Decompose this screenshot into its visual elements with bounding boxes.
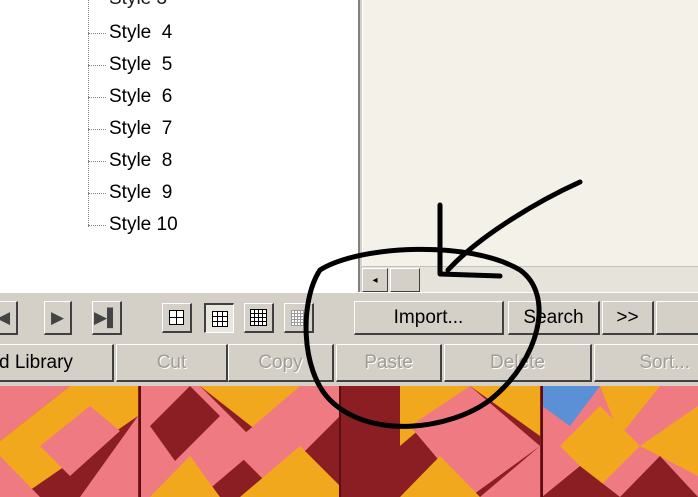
- library-toolbar-top: ◀ ▶ ▶▌ Import... Search >>: [0, 292, 698, 342]
- grid-4x4-icon: [250, 309, 267, 326]
- tree-item-style-9[interactable]: Style 9: [88, 178, 172, 208]
- view-4x4-button[interactable]: [244, 303, 274, 333]
- block-preview-panel: [362, 0, 698, 292]
- paste-label: Paste: [364, 351, 413, 373]
- library-label: d Library: [0, 351, 73, 373]
- copy-button[interactable]: Copy: [228, 344, 334, 382]
- tree-item-style-6[interactable]: Style 6: [88, 82, 172, 112]
- search-label: Search: [523, 306, 584, 328]
- scroll-thumb[interactable]: [390, 268, 420, 292]
- tree-item-label: Style 5: [109, 54, 173, 75]
- tree-item-label: Style 4: [109, 22, 173, 43]
- last-icon: ▶▌: [93, 307, 120, 327]
- tree-item-label: Style 6: [109, 86, 173, 107]
- library-button[interactable]: d Library: [0, 344, 114, 382]
- delete-button[interactable]: Delete: [444, 344, 592, 382]
- search-button[interactable]: Search: [508, 301, 600, 335]
- delete-label: Delete: [490, 351, 545, 373]
- library-toolbar-bottom: d Library Cut Copy Paste Delete Sort...: [0, 342, 698, 386]
- grid-3x3-icon: [211, 310, 228, 327]
- style-tree-panel: Style 3 Style 4 Style 5 Style 6 Style 7 …: [0, 0, 360, 292]
- paste-button[interactable]: Paste: [336, 344, 442, 382]
- tree-item-label: Style 3: [109, 0, 167, 10]
- tree-item-style-5[interactable]: Style 5: [88, 50, 172, 80]
- tree-item-label: Style 9: [109, 182, 173, 203]
- view-3x3-button[interactable]: [204, 303, 234, 333]
- nav-next-button[interactable]: ▶: [44, 301, 72, 335]
- view-2x2-button[interactable]: [162, 303, 192, 333]
- tree-item-label: Style 8: [109, 150, 173, 171]
- overflow-button[interactable]: [656, 301, 698, 335]
- horizontal-scrollbar[interactable]: ◂: [362, 266, 698, 292]
- sort-button[interactable]: Sort...: [594, 344, 698, 382]
- quilt-block-gallery[interactable]: [0, 386, 698, 497]
- next-icon: ▶: [50, 307, 65, 327]
- cut-label: Cut: [156, 351, 187, 373]
- tree-item-label: Style 10: [109, 214, 178, 235]
- sort-label: Sort...: [639, 351, 690, 373]
- view-5x5-button[interactable]: [284, 303, 314, 333]
- tree-item-style-7[interactable]: Style 7: [88, 114, 172, 144]
- more-button[interactable]: >>: [602, 301, 654, 335]
- import-label: Import...: [393, 306, 464, 328]
- scroll-left-arrow-icon: ◂: [372, 274, 378, 286]
- quilt-block-4: [542, 386, 698, 497]
- nav-last-button[interactable]: ▶▌: [92, 301, 122, 335]
- quilt-pattern-image: [0, 386, 698, 497]
- prev-icon: ◀: [0, 307, 11, 327]
- tree-item-label: Style 7: [109, 118, 173, 139]
- more-label: >>: [616, 306, 639, 328]
- nav-prev-button[interactable]: ◀: [0, 301, 18, 335]
- tree-item-style-10[interactable]: Style 10: [88, 210, 178, 240]
- tree-item-style-8[interactable]: Style 8: [88, 146, 172, 176]
- import-button[interactable]: Import...: [354, 301, 504, 335]
- copy-label: Copy: [258, 351, 303, 373]
- grid-5x5-icon: [290, 309, 307, 326]
- cut-button[interactable]: Cut: [116, 344, 228, 382]
- grid-2x2-icon: [169, 310, 184, 325]
- scroll-left-button[interactable]: ◂: [362, 268, 388, 292]
- tree-item-style-3[interactable]: Style 3: [88, 0, 167, 14]
- tree-item-style-4[interactable]: Style 4: [88, 18, 172, 48]
